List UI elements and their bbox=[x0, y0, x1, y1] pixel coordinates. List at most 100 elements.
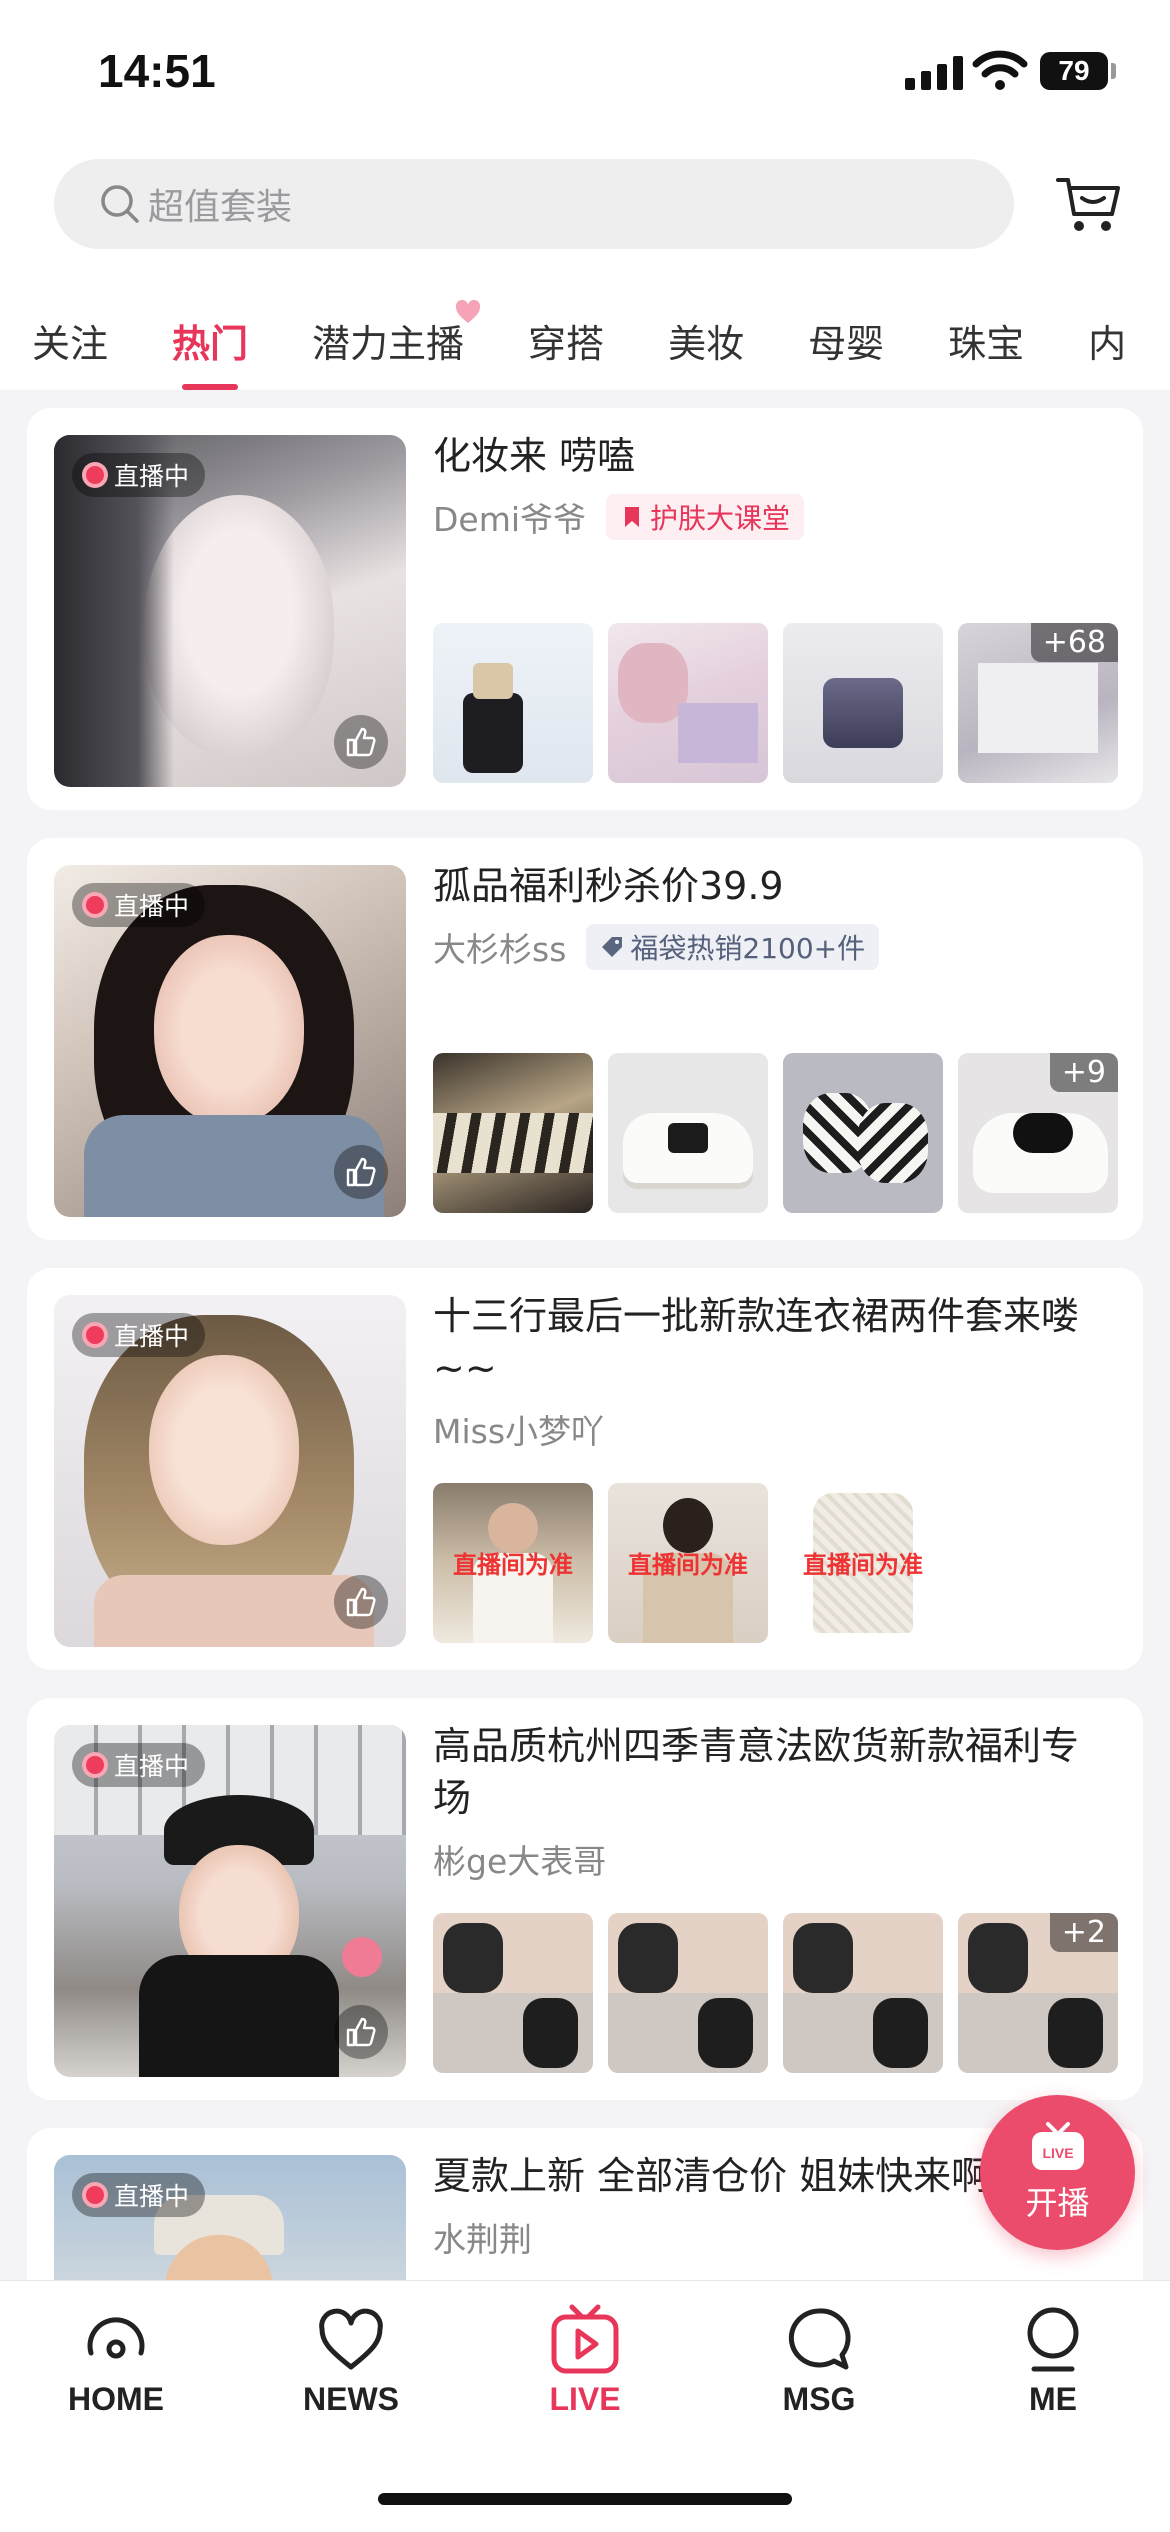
live-badge-label: 直播中 bbox=[114, 462, 190, 491]
product-thumb[interactable] bbox=[783, 1053, 943, 1213]
nav-news-label: NEWS bbox=[303, 2381, 399, 2417]
live-tv-icon-text: LIVE bbox=[1042, 2145, 1073, 2161]
tab-jewelry[interactable]: 珠宝 bbox=[948, 313, 1024, 368]
cart-icon[interactable] bbox=[1054, 170, 1124, 236]
product-thumb[interactable]: +68 bbox=[958, 623, 1118, 783]
product-caption: 直播间为准 bbox=[628, 1551, 748, 1579]
like-button[interactable] bbox=[334, 715, 388, 769]
live-card[interactable]: 直播中 高品质杭州四季青意法欧货新款福利专场 彬ge大表哥 +2 bbox=[27, 1698, 1143, 2100]
host-row: 水荆荆 bbox=[433, 2213, 552, 2261]
product-thumb[interactable] bbox=[608, 623, 768, 783]
live-badge: 直播中 bbox=[72, 2173, 206, 2217]
product-thumb[interactable]: 直播间为准 bbox=[608, 1483, 768, 1643]
bookmark-icon bbox=[625, 507, 640, 527]
tab-outfit[interactable]: 穿搭 bbox=[528, 313, 604, 368]
product-thumb[interactable]: 直播间为准 bbox=[783, 1483, 943, 1643]
product-thumb[interactable]: 直播间为准 bbox=[433, 1483, 593, 1643]
more-products-count[interactable]: +9 bbox=[1049, 1053, 1118, 1092]
live-feed: 直播中 化妆来 唠嗑 Demi爷爷 护肤大课堂 +68 直播中 孤品福利秒杀价3… bbox=[0, 395, 1170, 2280]
host-row: Miss小梦吖 bbox=[433, 1405, 624, 1453]
stream-thumbnail[interactable]: 直播中 bbox=[54, 1295, 406, 1647]
tab-follow[interactable]: 关注 bbox=[32, 313, 108, 368]
product-caption: 直播间为准 bbox=[803, 1551, 923, 1579]
thumbs-up-icon bbox=[346, 2017, 376, 2047]
more-products-count[interactable]: +68 bbox=[1030, 623, 1118, 662]
nav-news[interactable]: NEWS bbox=[261, 2303, 441, 2418]
live-tv-icon: LIVE bbox=[1031, 2121, 1084, 2170]
nav-msg[interactable]: MSG bbox=[729, 2303, 909, 2418]
product-thumb[interactable] bbox=[433, 1053, 593, 1213]
stream-thumbnail[interactable]: 直播中 bbox=[54, 435, 406, 787]
nav-msg-label: MSG bbox=[782, 2381, 856, 2417]
live-card[interactable]: 直播中 化妆来 唠嗑 Demi爷爷 护肤大课堂 +68 bbox=[27, 408, 1143, 810]
product-thumb[interactable] bbox=[783, 1913, 943, 2073]
tab-hot[interactable]: 热门 bbox=[172, 313, 248, 390]
live-card[interactable]: 直播中 十三行最后一批新款连衣裙两件套来喽~~ Miss小梦吖 直播间为准 直播… bbox=[27, 1268, 1143, 1670]
home-indicator[interactable] bbox=[378, 2493, 792, 2505]
live-dot-icon bbox=[82, 892, 108, 918]
live-dot-icon bbox=[82, 1322, 108, 1348]
nav-live[interactable]: LIVE bbox=[495, 2303, 675, 2418]
nav-me-label: ME bbox=[1029, 2381, 1077, 2417]
live-badge: 直播中 bbox=[72, 453, 206, 497]
product-caption: 直播间为准 bbox=[453, 1551, 573, 1579]
product-strip: +9 bbox=[433, 1053, 1118, 1213]
status-time: 14:51 bbox=[98, 45, 216, 97]
live-badge-label: 直播中 bbox=[114, 1752, 190, 1781]
live-dot-icon bbox=[82, 462, 108, 488]
tab-potential-hosts[interactable]: 潜力主播 bbox=[312, 299, 481, 368]
heart-bubble-icon bbox=[342, 1937, 382, 1977]
stream-thumbnail[interactable]: 直播中 bbox=[54, 2155, 406, 2280]
signal-icon bbox=[905, 52, 963, 90]
tab-makeup[interactable]: 美妆 bbox=[668, 313, 744, 368]
nav-me[interactable]: ME bbox=[963, 2303, 1143, 2418]
live-badge-label: 直播中 bbox=[114, 892, 190, 921]
host-name[interactable]: Miss小梦吖 bbox=[433, 1405, 604, 1453]
search-placeholder: 超值套装 bbox=[148, 187, 293, 228]
live-badge: 直播中 bbox=[72, 1743, 206, 1787]
host-name[interactable]: Demi爷爷 bbox=[433, 493, 586, 541]
product-thumb[interactable]: +2 bbox=[958, 1913, 1118, 2073]
like-button[interactable] bbox=[334, 1145, 388, 1199]
product-thumb[interactable] bbox=[433, 623, 593, 783]
live-card[interactable]: 直播中 夏款上新 全部清仓价 姐妹快来啊 水荆荆 bbox=[27, 2128, 1143, 2280]
live-badge-label: 直播中 bbox=[114, 2182, 190, 2211]
like-button[interactable] bbox=[334, 2005, 388, 2059]
product-thumb[interactable] bbox=[608, 1053, 768, 1213]
stream-tag-label: 护肤大课堂 bbox=[650, 502, 791, 535]
thumbs-up-icon bbox=[346, 1157, 376, 1187]
like-button[interactable] bbox=[334, 1575, 388, 1629]
product-strip: +2 bbox=[433, 1913, 1118, 2073]
search-icon bbox=[101, 185, 139, 223]
status-bar: 14:51 79 bbox=[0, 0, 1170, 150]
nav-home[interactable]: HOME bbox=[26, 2303, 206, 2418]
nav-home-label: HOME bbox=[68, 2381, 164, 2417]
thumbs-up-icon bbox=[346, 1587, 376, 1617]
stream-thumbnail[interactable]: 直播中 bbox=[54, 865, 406, 1217]
live-badge-label: 直播中 bbox=[114, 1322, 190, 1351]
host-row: 彬ge大表哥 bbox=[433, 1835, 626, 1883]
start-live-button[interactable]: LIVE 开播 bbox=[980, 2095, 1135, 2250]
more-products-count[interactable]: +2 bbox=[1049, 1913, 1118, 1952]
search-bar[interactable]: 超值套装 bbox=[54, 159, 1014, 249]
stream-tag: 福袋热销2100+件 bbox=[586, 924, 880, 970]
category-tabs: 关注 热门 潜力主播 穿搭 美妆 母婴 珠宝 内 bbox=[0, 290, 1170, 390]
battery-tip bbox=[1111, 63, 1116, 79]
tab-more[interactable]: 内 bbox=[1088, 313, 1126, 368]
host-name[interactable]: 大杉杉ss bbox=[433, 923, 566, 971]
top-bar: 超值套装 bbox=[0, 150, 1170, 290]
start-live-label: 开播 bbox=[1025, 2183, 1090, 2222]
product-thumb[interactable] bbox=[608, 1913, 768, 2073]
tab-mother-baby[interactable]: 母婴 bbox=[808, 313, 884, 368]
stream-thumbnail[interactable]: 直播中 bbox=[54, 1725, 406, 2077]
host-name[interactable]: 水荆荆 bbox=[433, 2213, 532, 2261]
stream-tag: 护肤大课堂 bbox=[606, 494, 805, 540]
stream-title: 高品质杭州四季青意法欧货新款福利专场 bbox=[433, 1724, 1080, 1820]
product-strip: +68 bbox=[433, 623, 1118, 783]
product-thumb[interactable] bbox=[783, 623, 943, 783]
heart-decoration-icon bbox=[455, 299, 481, 323]
host-name[interactable]: 彬ge大表哥 bbox=[433, 1835, 606, 1883]
live-card[interactable]: 直播中 孤品福利秒杀价39.9 大杉杉ss 福袋热销2100+件 +9 bbox=[27, 838, 1143, 1240]
product-thumb[interactable] bbox=[433, 1913, 593, 2073]
product-thumb[interactable]: +9 bbox=[958, 1053, 1118, 1213]
